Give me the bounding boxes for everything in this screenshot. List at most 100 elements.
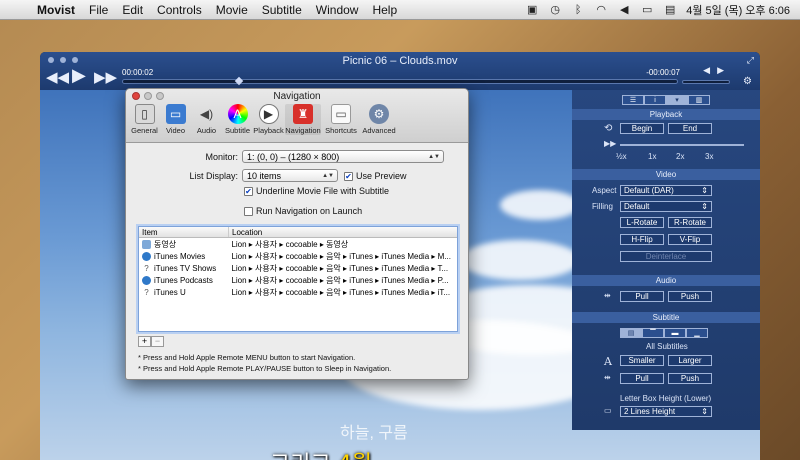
tab-navigation[interactable]: ♜ Navigation bbox=[285, 104, 321, 135]
folder-icon bbox=[142, 239, 151, 249]
prefs-toolbar: ▯ General ▭ Video ◀) Audio A Subtitle ▶ … bbox=[130, 104, 399, 135]
tab-label: Shortcuts bbox=[325, 126, 357, 135]
table-header: Item Location bbox=[139, 227, 457, 238]
audio-section-title: Audio bbox=[572, 275, 760, 286]
add-button[interactable]: + bbox=[138, 336, 151, 347]
table-row[interactable]: iTunes Movies Lion ▸ 사용자 ▸ cocoable ▸ 음악… bbox=[139, 250, 457, 262]
bluetooth-icon[interactable]: ᛒ bbox=[571, 4, 585, 16]
begin-button[interactable]: Begin bbox=[620, 123, 664, 134]
tab-video[interactable]: ▭ Video bbox=[161, 104, 190, 135]
speaker-icon: ◀) bbox=[199, 107, 214, 121]
tab-general[interactable]: ▯ General bbox=[130, 104, 159, 135]
aspect-select[interactable]: Default (DAR) ⇕ bbox=[620, 185, 712, 196]
play-icon[interactable]: ▶ bbox=[72, 65, 86, 86]
menu-file[interactable]: File bbox=[82, 3, 115, 17]
wifi-icon[interactable]: ◠ bbox=[594, 4, 608, 16]
menubar: Movist File Edit Controls Movie Subtitle… bbox=[0, 0, 800, 20]
repeat-icon: ⟲ bbox=[604, 123, 613, 134]
prev-icon[interactable]: ◀ bbox=[703, 65, 710, 76]
tab-shortcuts[interactable]: ▭ Shortcuts bbox=[323, 104, 359, 135]
tab-controls-icon[interactable]: ▾ bbox=[666, 95, 688, 105]
subtitle-middle-icon[interactable]: ▬ bbox=[664, 328, 686, 338]
speed-slider[interactable] bbox=[620, 144, 744, 146]
subtitle-push-button[interactable]: Push bbox=[668, 373, 712, 384]
column-location-header[interactable]: Location bbox=[229, 227, 457, 237]
subtitle-top-icon[interactable]: ▔ bbox=[642, 328, 664, 338]
h-flip-button[interactable]: H-Flip bbox=[620, 234, 664, 245]
tab-list-icon[interactable]: ☰ bbox=[622, 95, 644, 105]
v-flip-button[interactable]: V-Flip bbox=[668, 234, 712, 245]
letterbox-label: Letter Box Height (Lower) bbox=[620, 394, 712, 403]
subtitle-pull-button[interactable]: Pull bbox=[620, 373, 664, 384]
menubar-clock[interactable]: 4월 5일 (목) 오후 6:06 bbox=[686, 2, 790, 18]
menu-help[interactable]: Help bbox=[365, 3, 404, 17]
row-location: Lion ▸ 사용자 ▸ cocoable ▸ 음악 ▸ iTunes ▸ iT… bbox=[231, 263, 449, 273]
switch-icon: ▯ bbox=[134, 104, 155, 124]
navigation-items-table[interactable]: Item Location 동영상 Lion ▸ 사용자 ▸ cocoable … bbox=[138, 226, 458, 332]
tab-playback[interactable]: ▶ Playback bbox=[253, 104, 284, 135]
aspect-value: Default (DAR) bbox=[624, 186, 674, 195]
underline-movie-label: Underline Movie File with Subtitle bbox=[256, 186, 390, 196]
smaller-button[interactable]: Smaller bbox=[620, 355, 664, 366]
subtitle-all-icon[interactable]: ▤ bbox=[620, 328, 642, 338]
run-on-launch-checkbox[interactable]: Run Navigation on Launch bbox=[244, 206, 362, 216]
remove-button[interactable]: − bbox=[151, 336, 164, 347]
table-row[interactable]: ? iTunes TV Shows Lion ▸ 사용자 ▸ cocoable ▸… bbox=[139, 262, 457, 274]
rewind-icon[interactable]: ◀◀ bbox=[46, 68, 69, 86]
tab-info-icon[interactable]: i bbox=[644, 95, 666, 105]
popup-arrows-icon: ▲▼ bbox=[322, 172, 334, 179]
input-source-flag-icon[interactable]: ▤ bbox=[663, 4, 677, 16]
tab-film-icon[interactable]: ▥ bbox=[688, 95, 710, 105]
deinterlace-button[interactable]: Deinterlace bbox=[620, 251, 712, 262]
next-icon[interactable]: ▶ bbox=[717, 65, 724, 76]
filling-select[interactable]: Default ⇕ bbox=[620, 201, 712, 212]
monitor-popup[interactable]: 1: (0, 0) – (1280 × 800) ▲▼ bbox=[242, 150, 444, 163]
battery-icon[interactable]: ▭ bbox=[640, 4, 654, 16]
note-menu: * Press and Hold Apple Remote MENU butto… bbox=[138, 353, 356, 362]
fullscreen-icon[interactable]: ⤢ bbox=[747, 55, 754, 66]
fast-forward-icon[interactable]: ▶▶ bbox=[94, 68, 117, 86]
table-row[interactable]: 동영상 Lion ▸ 사용자 ▸ cocoable ▸ 동영상 bbox=[139, 238, 457, 250]
volume-slider[interactable] bbox=[682, 80, 730, 84]
use-preview-checkbox[interactable]: ✔ Use Preview bbox=[344, 171, 407, 181]
tab-advanced[interactable]: ⚙ Advanced bbox=[361, 104, 397, 135]
menu-movist[interactable]: Movist bbox=[30, 3, 82, 17]
menu-window[interactable]: Window bbox=[309, 3, 366, 17]
add-remove-buttons: + − bbox=[138, 336, 164, 347]
tab-audio[interactable]: ◀) Audio bbox=[192, 104, 221, 135]
subtitle-bottom-icon[interactable]: ▁ bbox=[686, 328, 708, 338]
speed-label: ½x bbox=[616, 152, 627, 161]
tab-subtitle[interactable]: A Subtitle bbox=[223, 104, 252, 135]
menu-edit[interactable]: Edit bbox=[115, 3, 150, 17]
menu-controls[interactable]: Controls bbox=[150, 3, 209, 17]
row-item: iTunes U bbox=[154, 287, 186, 297]
underline-movie-checkbox[interactable]: ✔ Underline Movie File with Subtitle bbox=[244, 186, 389, 196]
column-item-header[interactable]: Item bbox=[139, 227, 229, 237]
row-location: Lion ▸ 사용자 ▸ cocoable ▸ 음악 ▸ iTunes ▸ iT… bbox=[231, 287, 451, 297]
menu-movie[interactable]: Movie bbox=[209, 3, 255, 17]
itunes-icon bbox=[142, 251, 151, 261]
end-button[interactable]: End bbox=[668, 123, 712, 134]
subtitle-position-group: ▤ ▔ ▬ ▁ bbox=[620, 328, 708, 338]
time-remaining[interactable]: -00:00:07 bbox=[646, 68, 680, 77]
table-row[interactable]: ? iTunes U Lion ▸ 사용자 ▸ cocoable ▸ 음악 ▸ i… bbox=[139, 286, 457, 298]
volume-icon[interactable]: ◀ bbox=[617, 4, 631, 16]
row-item: iTunes Podcasts bbox=[154, 275, 213, 285]
larger-button[interactable]: Larger bbox=[668, 355, 712, 366]
seek-bar[interactable] bbox=[122, 79, 678, 84]
airplay-icon[interactable]: ▣ bbox=[525, 4, 539, 16]
time-machine-icon[interactable]: ◷ bbox=[548, 4, 562, 16]
menu-subtitle[interactable]: Subtitle bbox=[255, 3, 309, 17]
l-rotate-button[interactable]: L-Rotate bbox=[620, 217, 664, 228]
table-row[interactable]: iTunes Podcasts Lion ▸ 사용자 ▸ cocoable ▸ … bbox=[139, 274, 457, 286]
audio-pull-button[interactable]: Pull bbox=[620, 291, 664, 302]
subtitle-current: 그리고 4월 bbox=[270, 446, 372, 460]
gear-icon[interactable]: ⚙ bbox=[743, 76, 752, 87]
r-rotate-button[interactable]: R-Rotate bbox=[668, 217, 712, 228]
monitor-icon: ▭ bbox=[165, 104, 186, 124]
list-display-popup[interactable]: 10 items ▲▼ bbox=[242, 169, 338, 182]
audio-push-button[interactable]: Push bbox=[668, 291, 712, 302]
note-play-pause: * Press and Hold Apple Remote PLAY/PAUSE… bbox=[138, 364, 392, 373]
list-display-value: 10 items bbox=[247, 170, 282, 181]
letterbox-select[interactable]: 2 Lines Height ⇕ bbox=[620, 406, 712, 417]
